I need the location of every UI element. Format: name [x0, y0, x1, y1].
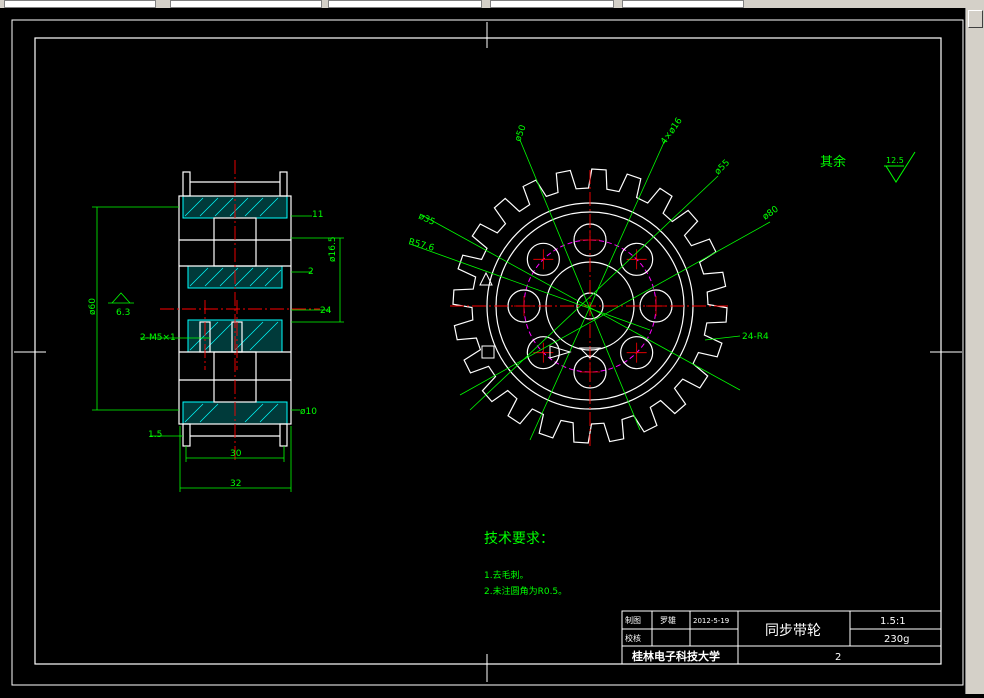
remark-label: 其余 — [820, 154, 846, 170]
dim-ang4: ø80 — [761, 204, 781, 222]
sheet-number: 2 — [835, 652, 841, 663]
dim-30: 30 — [230, 449, 242, 459]
check-label: 校核 — [625, 633, 641, 643]
lineweight-dropdown[interactable] — [490, 0, 614, 8]
layer-dropdown[interactable] — [4, 0, 156, 8]
weight: 230g — [884, 634, 909, 645]
dim-ang6: R57.6 — [407, 237, 435, 254]
front-view: ø50 4×ø16 ø55 ø80 ø35 R57.6 24-R4 — [407, 116, 781, 446]
school: 桂林电子科技大学 — [631, 649, 720, 663]
leader-line — [409, 243, 651, 331]
dim-phi10: ø10 — [300, 407, 317, 417]
linetype-dropdown[interactable] — [328, 0, 482, 8]
plotstyle-dropdown[interactable] — [622, 0, 744, 8]
outer-frame — [11, 19, 964, 686]
scroll-up-button[interactable] — [968, 10, 983, 28]
dim-11: 11 — [312, 210, 323, 220]
leader-line — [519, 139, 641, 431]
part-name: 同步带轮 — [765, 623, 821, 639]
dim-teeth: 24-R4 — [742, 332, 769, 342]
cad-drawing: 11 2 24 ø16.5 30 32 1.5 ø10 2-M5×1 ø60 6… — [11, 19, 964, 686]
section-view: 11 2 24 ø16.5 30 32 1.5 ø10 2-M5×1 ø60 6… — [88, 160, 344, 492]
dim-ang1: ø50 — [513, 123, 528, 143]
general-roughness: 其余 12.5 — [820, 151, 916, 183]
vertical-scrollbar[interactable] — [965, 8, 984, 694]
roughness-bore: 6.3 — [116, 308, 130, 318]
dim-24: 24 — [320, 306, 332, 316]
dim-ang5: ø35 — [417, 212, 437, 228]
title-block-text: 制图 罗雄 2012-5-19 校核 同步带轮 1.5:1 230g 桂林电子科… — [625, 615, 909, 663]
dim-32: 32 — [230, 479, 241, 489]
title-block: 制图 罗雄 2012-5-19 校核 同步带轮 1.5:1 230g 桂林电子科… — [621, 610, 942, 665]
drawn-name: 罗雄 — [660, 615, 676, 625]
leader-line — [469, 175, 719, 411]
hatch-lines — [184, 197, 282, 423]
dim-ang2: 4×ø16 — [659, 116, 685, 147]
drawn-label: 制图 — [625, 615, 641, 625]
dim-phi16: ø16.5 — [328, 236, 338, 262]
front-dim-text: ø50 4×ø16 ø55 ø80 ø35 R57.6 24-R4 — [407, 116, 781, 342]
dim-height: ø60 — [88, 298, 98, 315]
dim-ang3: ø55 — [713, 158, 732, 177]
tech-item-2: 2.未注圆角为R0.5。 — [484, 585, 567, 597]
dim-thread: 2-M5×1 — [140, 333, 176, 343]
drawn-date: 2012-5-19 — [693, 617, 729, 625]
color-dropdown[interactable] — [170, 0, 322, 8]
tech-title: 技术要求： — [484, 531, 554, 547]
roughness-general: 12.5 — [886, 156, 904, 165]
centering-marks — [14, 22, 962, 682]
tech-requirements: 技术要求： 1.去毛刺。 2.未注圆角为R0.5。 — [484, 531, 567, 597]
dim-1-5: 1.5 — [148, 430, 162, 440]
tech-item-1: 1.去毛刺。 — [484, 569, 529, 581]
drawing-canvas[interactable]: 11 2 24 ø16.5 30 32 1.5 ø10 2-M5×1 ø60 6… — [0, 8, 966, 694]
scale: 1.5:1 — [880, 616, 906, 627]
front-centerlines — [450, 170, 730, 446]
dim-2: 2 — [308, 267, 314, 277]
